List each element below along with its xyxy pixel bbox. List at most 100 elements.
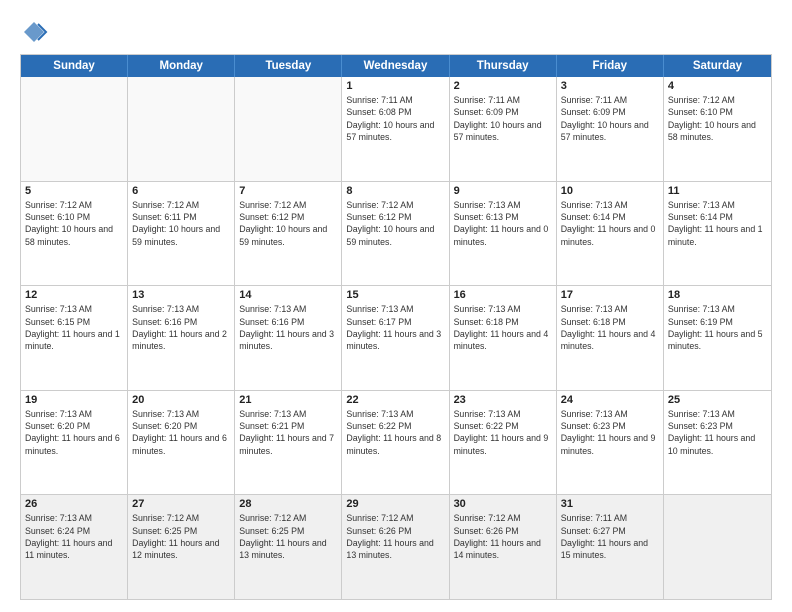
day-info: Sunrise: 7:11 AMSunset: 6:08 PMDaylight:… xyxy=(346,94,444,143)
day-number: 22 xyxy=(346,394,444,406)
day-number: 27 xyxy=(132,498,230,510)
day-info: Sunrise: 7:13 AMSunset: 6:24 PMDaylight:… xyxy=(25,512,123,561)
day-info: Sunrise: 7:12 AMSunset: 6:10 PMDaylight:… xyxy=(25,199,123,248)
day-info: Sunrise: 7:11 AMSunset: 6:09 PMDaylight:… xyxy=(561,94,659,143)
day-info: Sunrise: 7:12 AMSunset: 6:12 PMDaylight:… xyxy=(239,199,337,248)
day-info: Sunrise: 7:13 AMSunset: 6:16 PMDaylight:… xyxy=(132,303,230,352)
calendar-cell xyxy=(235,77,342,181)
calendar-cell: 22 Sunrise: 7:13 AMSunset: 6:22 PMDayligh… xyxy=(342,391,449,495)
calendar-cell xyxy=(128,77,235,181)
day-number: 5 xyxy=(25,185,123,197)
day-info: Sunrise: 7:13 AMSunset: 6:20 PMDaylight:… xyxy=(132,408,230,457)
day-info: Sunrise: 7:13 AMSunset: 6:17 PMDaylight:… xyxy=(346,303,444,352)
day-number: 11 xyxy=(668,185,767,197)
calendar-cell: 27 Sunrise: 7:12 AMSunset: 6:25 PMDayligh… xyxy=(128,495,235,599)
calendar-cell: 30 Sunrise: 7:12 AMSunset: 6:26 PMDayligh… xyxy=(450,495,557,599)
calendar-cell: 31 Sunrise: 7:11 AMSunset: 6:27 PMDayligh… xyxy=(557,495,664,599)
calendar-cell xyxy=(664,495,771,599)
header xyxy=(20,18,772,46)
day-number: 30 xyxy=(454,498,552,510)
day-info: Sunrise: 7:13 AMSunset: 6:23 PMDaylight:… xyxy=(668,408,767,457)
calendar-cell xyxy=(21,77,128,181)
calendar-cell: 10Sunrise: 7:13 AMSunset: 6:14 PMDayligh… xyxy=(557,182,664,286)
calendar-cell: 13Sunrise: 7:13 AMSunset: 6:16 PMDayligh… xyxy=(128,286,235,390)
weekday-header: Tuesday xyxy=(235,55,342,77)
calendar-body: 1 Sunrise: 7:11 AMSunset: 6:08 PMDaylight… xyxy=(21,77,771,599)
day-number: 6 xyxy=(132,185,230,197)
day-number: 16 xyxy=(454,289,552,301)
calendar-week: 1 Sunrise: 7:11 AMSunset: 6:08 PMDaylight… xyxy=(21,77,771,182)
calendar-cell: 17Sunrise: 7:13 AMSunset: 6:18 PMDayligh… xyxy=(557,286,664,390)
calendar-cell: 4Sunrise: 7:12 AMSunset: 6:10 PMDaylight… xyxy=(664,77,771,181)
calendar-week: 19 Sunrise: 7:13 AMSunset: 6:20 PMDayligh… xyxy=(21,391,771,496)
logo xyxy=(20,18,52,46)
day-number: 19 xyxy=(25,394,123,406)
day-info: Sunrise: 7:13 AMSunset: 6:14 PMDaylight:… xyxy=(668,199,767,248)
day-info: Sunrise: 7:13 AMSunset: 6:22 PMDaylight:… xyxy=(454,408,552,457)
day-number: 31 xyxy=(561,498,659,510)
day-number: 12 xyxy=(25,289,123,301)
calendar-week: 5 Sunrise: 7:12 AMSunset: 6:10 PMDaylight… xyxy=(21,182,771,287)
day-number: 1 xyxy=(346,80,444,92)
calendar-cell: 23 Sunrise: 7:13 AMSunset: 6:22 PMDayligh… xyxy=(450,391,557,495)
day-info: Sunrise: 7:12 AMSunset: 6:10 PMDaylight:… xyxy=(668,94,767,143)
day-info: Sunrise: 7:11 AMSunset: 6:09 PMDaylight:… xyxy=(454,94,552,143)
calendar: SundayMondayTuesdayWednesdayThursdayFrid… xyxy=(20,54,772,600)
day-info: Sunrise: 7:12 AMSunset: 6:26 PMDaylight:… xyxy=(454,512,552,561)
day-number: 24 xyxy=(561,394,659,406)
calendar-cell: 2 Sunrise: 7:11 AMSunset: 6:09 PMDaylight… xyxy=(450,77,557,181)
calendar-cell: 7 Sunrise: 7:12 AMSunset: 6:12 PMDaylight… xyxy=(235,182,342,286)
calendar-header: SundayMondayTuesdayWednesdayThursdayFrid… xyxy=(21,55,771,77)
calendar-cell: 19Sunrise: 7:13 AMSunset: 6:20 PMDayligh… xyxy=(21,391,128,495)
calendar-cell: 18 Sunrise: 7:13 AMSunset: 6:19 PMDayligh… xyxy=(664,286,771,390)
day-info: Sunrise: 7:13 AMSunset: 6:21 PMDaylight:… xyxy=(239,408,337,457)
day-number: 21 xyxy=(239,394,337,406)
day-info: Sunrise: 7:12 AMSunset: 6:25 PMDaylight:… xyxy=(132,512,230,561)
calendar-cell: 28 Sunrise: 7:12 AMSunset: 6:25 PMDayligh… xyxy=(235,495,342,599)
day-number: 8 xyxy=(346,185,444,197)
calendar-cell: 1 Sunrise: 7:11 AMSunset: 6:08 PMDaylight… xyxy=(342,77,449,181)
weekday-header: Saturday xyxy=(664,55,771,77)
day-info: Sunrise: 7:13 AMSunset: 6:19 PMDaylight:… xyxy=(668,303,767,352)
day-number: 9 xyxy=(454,185,552,197)
weekday-header: Friday xyxy=(557,55,664,77)
calendar-cell: 26Sunrise: 7:13 AMSunset: 6:24 PMDayligh… xyxy=(21,495,128,599)
day-info: Sunrise: 7:13 AMSunset: 6:22 PMDaylight:… xyxy=(346,408,444,457)
day-info: Sunrise: 7:12 AMSunset: 6:11 PMDaylight:… xyxy=(132,199,230,248)
calendar-cell: 15 Sunrise: 7:13 AMSunset: 6:17 PMDayligh… xyxy=(342,286,449,390)
day-number: 25 xyxy=(668,394,767,406)
day-info: Sunrise: 7:12 AMSunset: 6:26 PMDaylight:… xyxy=(346,512,444,561)
day-number: 7 xyxy=(239,185,337,197)
calendar-cell: 25 Sunrise: 7:13 AMSunset: 6:23 PMDayligh… xyxy=(664,391,771,495)
logo-icon xyxy=(20,18,48,46)
calendar-cell: 20Sunrise: 7:13 AMSunset: 6:20 PMDayligh… xyxy=(128,391,235,495)
day-number: 23 xyxy=(454,394,552,406)
day-number: 14 xyxy=(239,289,337,301)
calendar-week: 12 Sunrise: 7:13 AMSunset: 6:15 PMDayligh… xyxy=(21,286,771,391)
day-info: Sunrise: 7:13 AMSunset: 6:13 PMDaylight:… xyxy=(454,199,552,248)
day-number: 3 xyxy=(561,80,659,92)
day-number: 15 xyxy=(346,289,444,301)
calendar-cell: 21 Sunrise: 7:13 AMSunset: 6:21 PMDayligh… xyxy=(235,391,342,495)
calendar-cell: 16Sunrise: 7:13 AMSunset: 6:18 PMDayligh… xyxy=(450,286,557,390)
day-number: 28 xyxy=(239,498,337,510)
day-number: 2 xyxy=(454,80,552,92)
calendar-cell: 9 Sunrise: 7:13 AMSunset: 6:13 PMDaylight… xyxy=(450,182,557,286)
calendar-cell: 14 Sunrise: 7:13 AMSunset: 6:16 PMDayligh… xyxy=(235,286,342,390)
calendar-cell: 24 Sunrise: 7:13 AMSunset: 6:23 PMDayligh… xyxy=(557,391,664,495)
day-info: Sunrise: 7:13 AMSunset: 6:16 PMDaylight:… xyxy=(239,303,337,352)
day-info: Sunrise: 7:13 AMSunset: 6:14 PMDaylight:… xyxy=(561,199,659,248)
calendar-cell: 12 Sunrise: 7:13 AMSunset: 6:15 PMDayligh… xyxy=(21,286,128,390)
day-info: Sunrise: 7:13 AMSunset: 6:15 PMDaylight:… xyxy=(25,303,123,352)
calendar-cell: 5 Sunrise: 7:12 AMSunset: 6:10 PMDaylight… xyxy=(21,182,128,286)
day-info: Sunrise: 7:12 AMSunset: 6:25 PMDaylight:… xyxy=(239,512,337,561)
page: SundayMondayTuesdayWednesdayThursdayFrid… xyxy=(0,0,792,612)
calendar-cell: 8Sunrise: 7:12 AMSunset: 6:12 PMDaylight… xyxy=(342,182,449,286)
day-number: 18 xyxy=(668,289,767,301)
day-info: Sunrise: 7:13 AMSunset: 6:18 PMDaylight:… xyxy=(561,303,659,352)
weekday-header: Wednesday xyxy=(342,55,449,77)
day-info: Sunrise: 7:13 AMSunset: 6:23 PMDaylight:… xyxy=(561,408,659,457)
calendar-cell: 29Sunrise: 7:12 AMSunset: 6:26 PMDayligh… xyxy=(342,495,449,599)
calendar-cell: 6 Sunrise: 7:12 AMSunset: 6:11 PMDaylight… xyxy=(128,182,235,286)
day-info: Sunrise: 7:11 AMSunset: 6:27 PMDaylight:… xyxy=(561,512,659,561)
